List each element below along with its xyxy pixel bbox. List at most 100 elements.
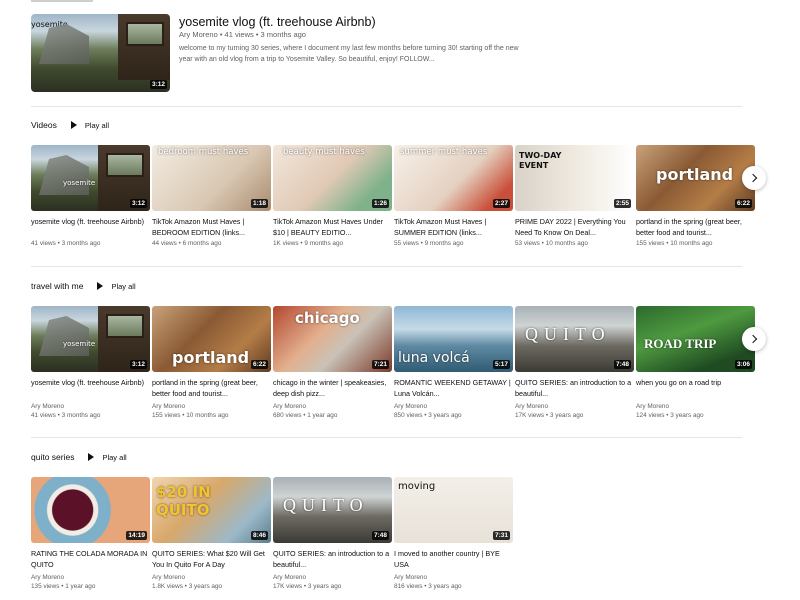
video-card[interactable]: portland 6:22 portland in the spring (gr… [636,145,755,247]
video-meta: 135 views • 1 year ago [31,583,96,590]
thumbnail-overlay-text: bedroom must haves [158,147,249,157]
channel-name[interactable]: Ary Moreno [515,403,634,410]
video-card[interactable]: portland 6:22 portland in the spring (gr… [152,306,271,419]
channel-name[interactable]: Ary Moreno [152,403,271,410]
video-title[interactable]: QUITO SERIES: What $20 Will Get You In Q… [152,548,271,570]
video-title[interactable]: portland in the spring (great beer, bett… [152,377,271,399]
video-thumbnail[interactable]: summer must haves 2:27 [394,145,513,211]
channel-name[interactable]: Ary Moreno [273,403,392,410]
video-title[interactable]: PRIME DAY 2022 | Everything You Need To … [515,216,634,238]
thumbnail-overlay-text: summer must haves [400,147,488,157]
shelf-row-travel: yosemite 3:12 yosemite vlog (ft. treehou… [31,306,771,419]
video-title[interactable]: I moved to another country | BYE USA [394,548,513,570]
play-all-button[interactable]: Play all [97,282,136,291]
video-meta: 55 views • 9 months ago [394,240,464,247]
channel-name[interactable]: Ary Moreno [273,574,392,581]
thumbnail-overlay-text: QUITO [525,324,611,344]
video-title[interactable]: TikTok Amazon Must Haves | SUMMER EDITIO… [394,216,513,238]
video-card[interactable]: chicago 7:21 chicago in the winter | spe… [273,306,392,419]
chevron-right-icon [748,173,757,183]
thumbnail-overlay-text: yosemite [63,340,96,348]
play-all-button[interactable]: Play all [88,453,127,462]
video-title[interactable]: QUITO SERIES: an introduction to a beaut… [273,548,392,570]
next-arrow-button[interactable] [742,327,766,351]
channel-name[interactable]: Ary Moreno [31,403,150,410]
video-meta: 155 views • 10 months ago [636,240,713,247]
featured-thumbnail[interactable]: yosemite 3:12 [31,14,170,92]
channel-name[interactable]: Ary Moreno [152,574,271,581]
duration-badge: 14:19 [126,531,147,540]
video-thumbnail[interactable]: QUITO 7:48 [515,306,634,372]
play-icon [88,453,95,461]
duration-badge: 7:48 [613,360,631,369]
video-card[interactable]: bedroom must haves 1:18 TikTok Amazon Mu… [152,145,271,247]
video-thumbnail[interactable]: chicago 7:21 [273,306,392,372]
video-thumbnail[interactable]: yosemite 3:12 [31,306,150,372]
video-title[interactable]: TikTok Amazon Must Haves | BEDROOM EDITI… [152,216,271,238]
divider [31,266,742,267]
channel-name[interactable]: Ary Moreno [636,403,755,410]
video-title[interactable]: chicago in the winter | speakeasies, dee… [273,377,392,399]
shelf-title[interactable]: quito series [31,452,74,462]
video-card[interactable]: 14:19 RATING THE COLADA MORADA IN QUITO … [31,477,150,590]
video-card[interactable]: moving 7:31 I moved to another country |… [394,477,513,590]
video-card[interactable]: $20 IN QUITO 8:46 QUITO SERIES: What $20… [152,477,271,590]
video-thumbnail[interactable]: QUITO 7:48 [273,477,392,543]
video-thumbnail[interactable]: moving 7:31 [394,477,513,543]
thumbnail-overlay-text: portland [656,165,734,184]
duration-badge: 7:21 [371,360,389,369]
shelf-title[interactable]: travel with me [31,281,83,291]
video-thumbnail[interactable]: yosemite 3:12 [31,145,150,211]
video-title[interactable]: portland in the spring (great beer, bett… [636,216,755,238]
video-meta: 155 views • 10 months ago [152,412,229,419]
video-title[interactable]: RATING THE COLADA MORADA IN QUITO [31,548,150,570]
video-title[interactable]: TikTok Amazon Must Haves Under $10 | BEA… [273,216,392,238]
chevron-right-icon [748,334,757,344]
video-card[interactable]: luna volcá 5:17 ROMANTIC WEEKEND GETAWAY… [394,306,513,419]
video-meta: 53 views • 10 months ago [515,240,588,247]
video-thumbnail[interactable]: ROAD TRIP 3:06 [636,306,755,372]
thumbnail-overlay-text: ROAD TRIP [644,336,717,351]
video-thumbnail[interactable]: luna volcá 5:17 [394,306,513,372]
channel-name[interactable]: Ary Moreno [394,574,513,581]
video-title[interactable]: yosemite vlog (ft. treehouse Airbnb) [31,216,150,238]
video-thumbnail[interactable]: 14:19 [31,477,150,543]
video-card[interactable]: beauty must haves 1:26 TikTok Amazon Mus… [273,145,392,247]
duration-badge: 5:17 [492,360,510,369]
video-card[interactable]: yosemite 3:12 yosemite vlog (ft. treehou… [31,306,150,419]
video-thumbnail[interactable]: portland 6:22 [152,306,271,372]
video-title[interactable]: QUITO SERIES: an introduction to a beaut… [515,377,634,399]
video-thumbnail[interactable]: beauty must haves 1:26 [273,145,392,211]
video-meta: 41 views • 3 months ago [31,240,101,247]
video-card[interactable]: QUITO 7:48 QUITO SERIES: an introduction… [273,477,392,590]
shelf-row-videos: yosemite 3:12 yosemite vlog (ft. treehou… [31,145,771,255]
duration-badge: 3:12 [149,80,167,89]
channel-name[interactable]: Ary Moreno [31,574,150,581]
video-thumbnail[interactable]: TWO-DAY EVENT 2:55 [515,145,634,211]
video-meta: 680 views • 1 year ago [273,412,338,419]
next-arrow-button[interactable] [742,166,766,190]
video-card[interactable]: ROAD TRIP 3:06 when you go on a road tri… [636,306,755,419]
play-all-button[interactable]: Play all [70,120,110,130]
thumbnail-overlay-text: $20 IN QUITO [156,483,211,519]
featured-video[interactable]: yosemite 3:12 yosemite vlog (ft. treehou… [31,14,751,94]
video-title[interactable]: when you go on a road trip [636,377,755,399]
video-thumbnail[interactable]: bedroom must haves 1:18 [152,145,271,211]
featured-meta: Ary Moreno • 41 views • 3 months ago [179,30,306,39]
thumbnail-overlay-text: TWO-DAY EVENT [519,151,562,170]
shelf-title[interactable]: Videos [31,120,57,130]
video-card[interactable]: summer must haves 2:27 TikTok Amazon Mus… [394,145,513,247]
video-title[interactable]: yosemite vlog (ft. treehouse Airbnb) [31,377,150,399]
video-card[interactable]: QUITO 7:48 QUITO SERIES: an introduction… [515,306,634,419]
duration-badge: 3:12 [129,199,147,208]
video-meta: 41 views • 3 months ago [31,412,101,419]
video-card[interactable]: yosemite 3:12 yosemite vlog (ft. treehou… [31,145,150,247]
video-thumbnail[interactable]: portland 6:22 [636,145,755,211]
play-all-label: Play all [84,120,110,130]
duration-badge: 3:12 [129,360,147,369]
channel-name[interactable]: Ary Moreno [394,403,513,410]
video-thumbnail[interactable]: $20 IN QUITO 8:46 [152,477,271,543]
featured-title[interactable]: yosemite vlog (ft. treehouse Airbnb) [179,15,376,29]
video-card[interactable]: TWO-DAY EVENT 2:55 PRIME DAY 2022 | Ever… [515,145,634,247]
video-title[interactable]: ROMANTIC WEEKEND GETAWAY | Luna Volcán..… [394,377,513,399]
